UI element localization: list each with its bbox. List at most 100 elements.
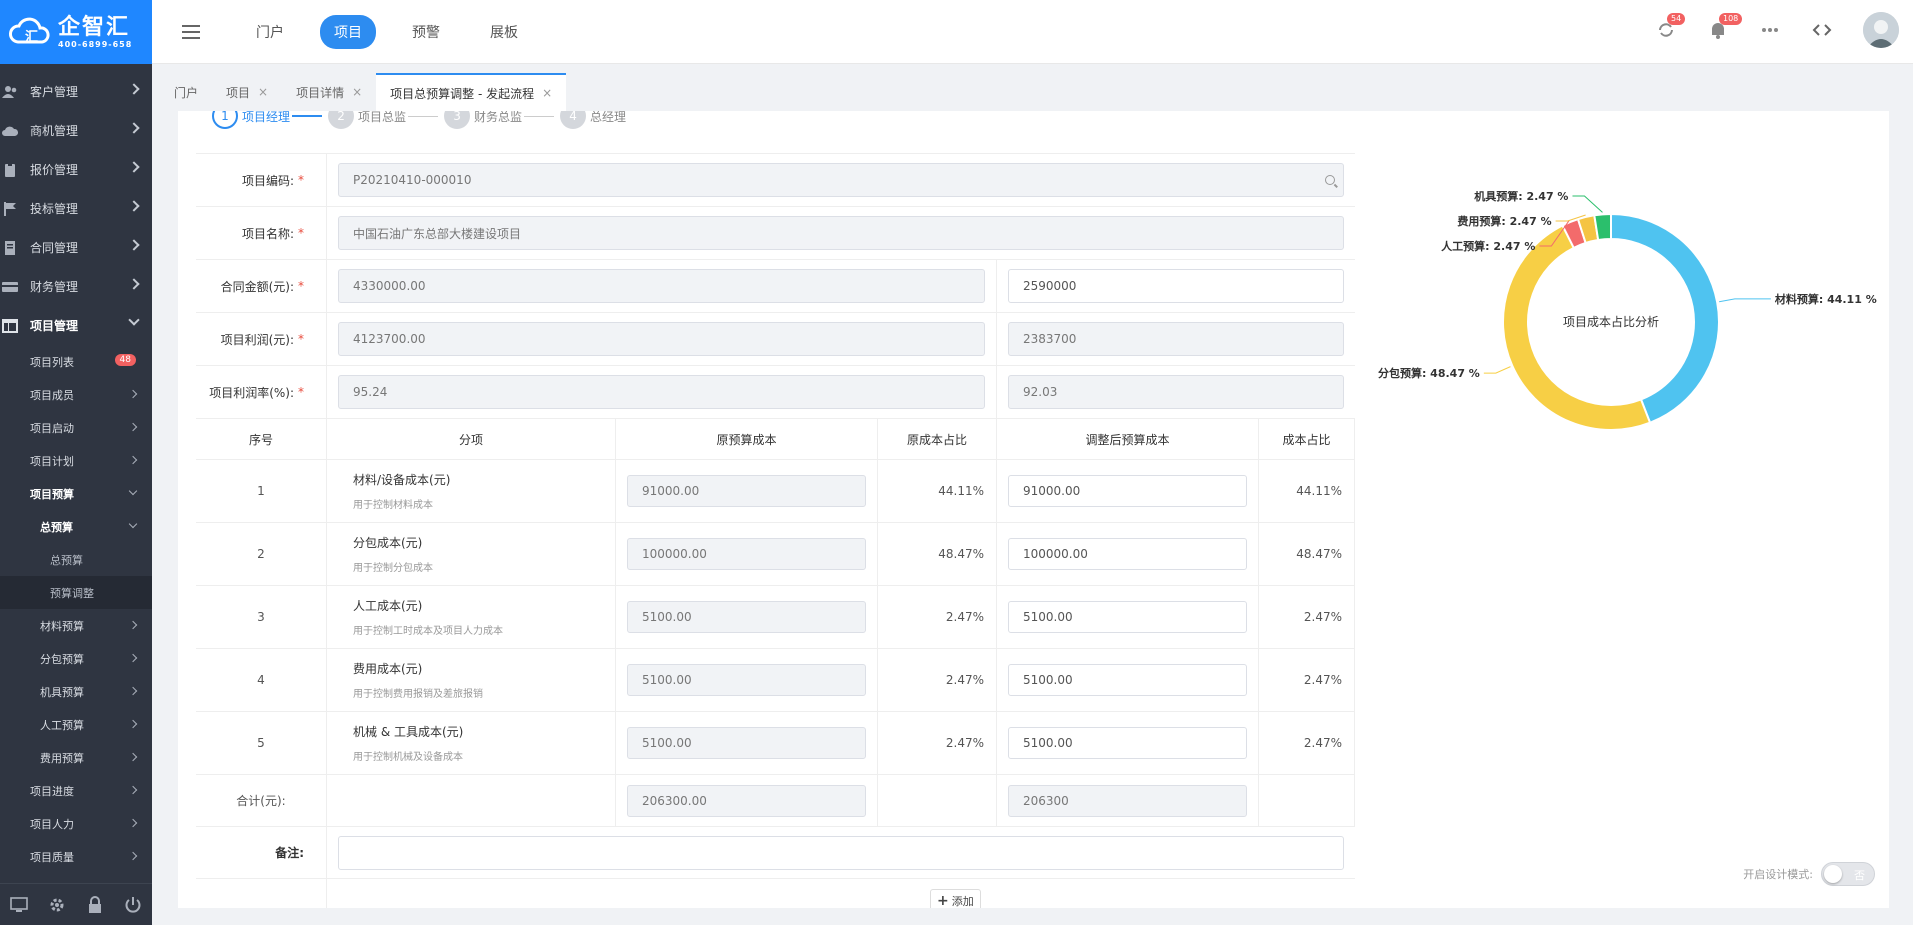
more-icon[interactable] <box>1759 19 1781 41</box>
code-icon[interactable] <box>1811 19 1833 41</box>
original-cost-input[interactable]: 5100.00 <box>627 601 866 633</box>
tab-project[interactable]: 项目 × <box>212 73 282 111</box>
sidebar-item-label: 商机管理 <box>30 124 79 138</box>
step-2: 2 项目总监 <box>328 111 406 129</box>
column-header: 原成本占比 <box>878 419 997 459</box>
gear-icon[interactable] <box>48 896 66 914</box>
sidebar-item-budget-adjust[interactable]: 预算调整 <box>0 576 152 609</box>
contract-amount-original[interactable]: 4330000.00 <box>338 269 985 303</box>
field-label: 项目利润率(%): * <box>196 366 327 418</box>
top-nav-board[interactable]: 展板 <box>476 15 532 49</box>
original-cost-input[interactable]: 91000.00 <box>627 475 866 507</box>
sidebar-item-label: 财务管理 <box>30 280 79 294</box>
sync-icon[interactable]: 54 <box>1655 13 1686 41</box>
sidebar-item-labor-budget[interactable]: 人工预算 <box>0 708 152 741</box>
profit-rate-original[interactable]: 95.24 <box>338 375 985 409</box>
note-input[interactable] <box>338 835 1344 870</box>
table-row: 2 分包成本(元) 用于控制分包成本 100000.00 48.47% 10000… <box>196 523 1355 586</box>
top-nav-portal[interactable]: 门户 <box>242 15 298 49</box>
leader-line <box>1719 298 1771 303</box>
lock-icon[interactable] <box>86 895 104 914</box>
form-row-note: 备注: <box>196 827 1355 879</box>
budget-form: 项目编码: * P20210410-000010 项目名称: * 中国石油广东总部大… <box>196 153 1355 908</box>
sidebar-footer <box>0 883 152 925</box>
monitor-icon[interactable] <box>10 896 28 914</box>
bell-icon[interactable]: 108 <box>1707 13 1743 41</box>
sidebar-item-projects[interactable]: 项目管理 <box>0 306 152 345</box>
original-cost-input[interactable]: 5100.00 <box>627 727 866 759</box>
menu-toggle-icon[interactable] <box>182 24 200 39</box>
sidebar-item-finance[interactable]: 财务管理 <box>0 267 152 306</box>
sidebar-item-total-budget[interactable]: 总预算 <box>0 510 152 543</box>
tab-budget-adjust[interactable]: 项目总预算调整 - 发起流程 × <box>376 73 567 111</box>
slice-label: 费用预算: 2.47 % <box>1457 214 1551 228</box>
sidebar-item-material-budget[interactable]: 材料预算 <box>0 609 152 642</box>
pie-slice[interactable] <box>1593 212 1612 242</box>
project-count-badge: 48 <box>114 354 136 366</box>
tab-portal[interactable]: 门户 <box>160 73 212 111</box>
original-cost-input[interactable]: 100000.00 <box>627 538 866 570</box>
top-nav-alert[interactable]: 预警 <box>398 15 454 49</box>
sidebar-item-machine-budget[interactable]: 机具预算 <box>0 675 152 708</box>
project-code-input[interactable]: P20210410-000010 <box>338 163 1344 197</box>
slice-label: 人工预算: 2.47 % <box>1441 239 1535 253</box>
sidebar-item-total-budget-leaf[interactable]: 总预算 <box>0 543 152 576</box>
sidebar-item-project-list[interactable]: 项目列表 48 <box>0 345 152 378</box>
sidebar-item-opportunities[interactable]: 商机管理 <box>0 111 152 150</box>
plus-icon: + <box>937 893 949 908</box>
sidebar-item-label: 投标管理 <box>30 202 79 216</box>
adjusted-cost-input[interactable]: 5100.00 <box>1008 664 1247 696</box>
profit-adjusted[interactable]: 2383700 <box>1008 322 1344 356</box>
sidebar-item-project-progress[interactable]: 项目进度 <box>0 774 152 807</box>
sidebar-item-customers[interactable]: 客户管理 <box>0 72 152 111</box>
sidebar-item-project-budget[interactable]: 项目预算 <box>0 477 152 510</box>
sidebar-item-bids[interactable]: 投标管理 <box>0 189 152 228</box>
power-icon[interactable] <box>124 896 142 914</box>
project-name-input[interactable]: 中国石油广东总部大楼建设项目 <box>338 216 1344 250</box>
cloud-icon <box>2 126 18 136</box>
tab-project-detail[interactable]: 项目详情 × <box>282 73 376 111</box>
column-header: 成本占比 <box>1259 419 1355 459</box>
add-button[interactable]: + 添加 <box>930 889 981 908</box>
brand-phone: 400-6899-658 <box>58 39 133 49</box>
sidebar-item-contracts[interactable]: 合同管理 <box>0 228 152 267</box>
sidebar-item-quotes[interactable]: 报价管理 <box>0 150 152 189</box>
sidebar-item-expense-budget[interactable]: 费用预算 <box>0 741 152 774</box>
sidebar-item-project-quality[interactable]: 项目质量 <box>0 840 152 873</box>
adjusted-cost-input[interactable]: 5100.00 <box>1008 601 1247 633</box>
column-header: 原预算成本 <box>616 419 878 459</box>
sidebar-item-project-manpower[interactable]: 项目人力 <box>0 807 152 840</box>
bell-badge: 108 <box>1719 13 1743 25</box>
total-adjusted-cost[interactable]: 206300 <box>1008 784 1247 817</box>
close-icon[interactable]: × <box>258 85 268 99</box>
close-icon[interactable]: × <box>542 86 552 100</box>
step-divider <box>292 115 323 117</box>
adjusted-cost-input[interactable]: 91000.00 <box>1008 475 1247 507</box>
search-icon[interactable] <box>1325 175 1335 185</box>
design-mode-label: 开启设计模式: <box>1743 868 1813 881</box>
adjusted-cost-input[interactable]: 5100.00 <box>1008 727 1247 759</box>
close-icon[interactable]: × <box>352 85 362 99</box>
profit-rate-adjusted[interactable]: 92.03 <box>1008 375 1344 409</box>
main-content: 1 项目经理 2 项目总监 3 财务总监 4 总经理 项目编码: * P20210410-… <box>178 111 1889 908</box>
top-nav-project[interactable]: 项目 <box>320 14 376 49</box>
adjusted-cost-input[interactable]: 100000.00 <box>1008 538 1247 570</box>
original-cost-input[interactable]: 5100.00 <box>627 664 866 696</box>
total-original-cost[interactable]: 206300.00 <box>627 784 866 817</box>
brand-name: 企智汇 <box>58 14 131 40</box>
sidebar-item-subcontract-budget[interactable]: 分包预算 <box>0 642 152 675</box>
sidebar-item-project-start[interactable]: 项目启动 <box>0 411 152 444</box>
step-1: 1 项目经理 <box>212 111 290 129</box>
profit-original[interactable]: 4123700.00 <box>338 322 985 356</box>
contract-amount-adjusted[interactable]: 2590000 <box>1008 269 1344 303</box>
table-total-row: 合计(元): 206300.00 206300 <box>196 775 1355 827</box>
users-icon <box>2 85 17 98</box>
design-mode-toggle[interactable]: 否 <box>1821 862 1875 886</box>
form-row-contract: 合同金额(元): * 4330000.00 2590000 <box>196 260 1355 313</box>
slice-label: 材料预算: 44.11 % <box>1775 292 1877 306</box>
sidebar-item-project-members[interactable]: 项目成员 <box>0 378 152 411</box>
table-row: 5 机械 & 工具成本(元) 用于控制机械及设备成本 5100.00 2.47% … <box>196 712 1355 775</box>
sidebar-item-project-plan[interactable]: 项目计划 <box>0 444 152 477</box>
user-avatar[interactable] <box>1863 12 1899 48</box>
brand-logo[interactable]: 汇 企智汇 400-6899-658 <box>0 0 152 64</box>
